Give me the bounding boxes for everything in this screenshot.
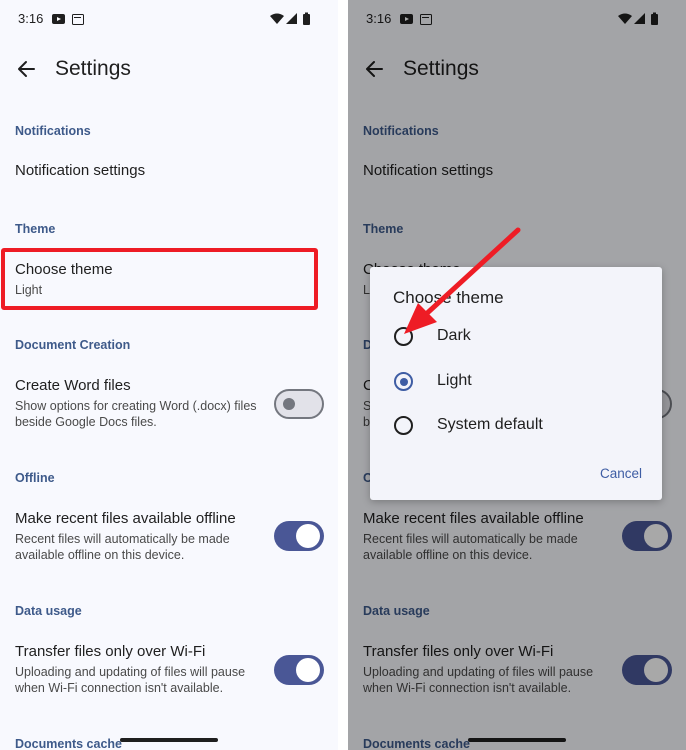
- section-header-documents-cache: Documents cache: [15, 737, 122, 750]
- offline-files-desc: Recent files will automatically be made …: [15, 532, 230, 562]
- panel-divider: [338, 0, 348, 750]
- signal-icon: [286, 13, 297, 24]
- choose-theme-dialog: Choose theme Dark Light System default C…: [370, 267, 662, 500]
- highlight-frame: [1, 248, 318, 310]
- choose-theme-item[interactable]: Choose theme: [15, 261, 113, 278]
- choose-theme-value: Light: [15, 283, 43, 297]
- theme-option-system-default[interactable]: System default: [390, 408, 650, 444]
- section-header-notifications: Notifications: [15, 124, 91, 138]
- radio-button-system-default[interactable]: [394, 416, 413, 435]
- radio-button-light[interactable]: [394, 372, 413, 391]
- offline-files-title[interactable]: Make recent files available offline: [15, 510, 236, 527]
- status-time: 3:16: [18, 11, 44, 26]
- section-header-data-usage: Data usage: [15, 604, 82, 618]
- wifi-only-toggle[interactable]: [274, 655, 324, 685]
- dialog-title: Choose theme: [393, 288, 504, 307]
- notification-settings-item[interactable]: Notification settings: [15, 162, 145, 179]
- gesture-nav-bar[interactable]: [120, 738, 218, 742]
- top-app-bar: Settings: [0, 48, 338, 92]
- settings-screen-left: 3:16 Settings Notifications Notification…: [0, 0, 338, 750]
- section-header-document-creation: Document Creation: [15, 338, 131, 352]
- toggle-knob: [296, 658, 320, 682]
- wifi-only-desc: Uploading and updating of files will pau…: [15, 665, 246, 695]
- theme-option-dark[interactable]: Dark: [390, 319, 650, 355]
- status-icons: [270, 12, 310, 25]
- theme-option-label: Dark: [437, 327, 471, 344]
- wifi-only-title[interactable]: Transfer files only over Wi-Fi: [15, 643, 205, 660]
- theme-option-label: System default: [437, 416, 543, 433]
- arrow-back-icon[interactable]: [12, 54, 42, 84]
- create-word-files-toggle[interactable]: [274, 389, 324, 419]
- theme-option-label: Light: [437, 372, 472, 389]
- status-bar: 3:16: [0, 0, 338, 38]
- toggle-knob: [296, 524, 320, 548]
- create-word-files-title[interactable]: Create Word files: [15, 377, 131, 394]
- page-title: Settings: [55, 57, 131, 80]
- settings-screen-right: 3:16 Settings Notifications Notification…: [348, 0, 686, 750]
- radio-button-dark[interactable]: [394, 327, 413, 346]
- calendar-icon: [72, 14, 84, 25]
- theme-option-light[interactable]: Light: [390, 364, 650, 400]
- offline-files-toggle[interactable]: [274, 521, 324, 551]
- section-header-offline: Offline: [15, 471, 55, 485]
- toggle-knob: [283, 398, 295, 410]
- section-header-theme: Theme: [15, 222, 56, 236]
- cancel-button[interactable]: Cancel: [600, 466, 642, 481]
- youtube-icon: [52, 14, 65, 24]
- battery-icon: [303, 14, 310, 25]
- wifi-icon: [270, 13, 284, 24]
- create-word-files-desc: Show options for creating Word (.docx) f…: [15, 399, 257, 429]
